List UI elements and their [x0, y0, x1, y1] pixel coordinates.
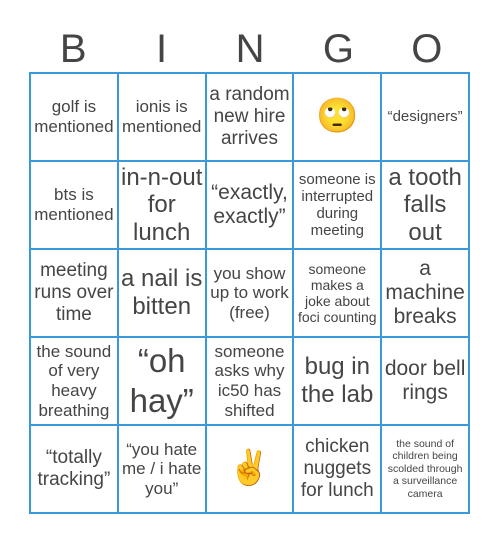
bingo-cell[interactable]: you show up to work (free) — [205, 249, 294, 337]
bingo-cell[interactable]: someone asks why ic50 has shifted — [205, 337, 294, 425]
bingo-cell[interactable]: “oh hay” — [117, 337, 206, 425]
bingo-cell[interactable]: the sound of very heavy breathing — [30, 337, 118, 425]
bingo-cell[interactable]: “exactly, exactly” — [205, 161, 294, 249]
bingo-cell[interactable]: a nail is bitten — [117, 249, 206, 337]
bingo-cell[interactable]: ionis is mentioned — [117, 73, 206, 161]
header-letter-b: B — [59, 27, 87, 71]
bingo-cell[interactable]: in-n-out for lunch — [117, 161, 206, 249]
bingo-cell[interactable]: someone makes a joke about foci counting — [293, 249, 382, 337]
bingo-cell[interactable]: golf is mentioned — [30, 73, 118, 161]
bingo-cell[interactable]: chicken nuggets for lunch — [293, 425, 382, 513]
bingo-cell[interactable]: “totally tracking” — [30, 425, 118, 513]
header-letter-g: G — [322, 27, 354, 71]
bingo-cell[interactable]: a random new hire arrives — [205, 73, 294, 161]
header-letter-i: I — [156, 27, 168, 71]
header-letter-o: O — [411, 27, 443, 71]
bingo-grid: golf is mentioned ionis is mentioned a r… — [29, 72, 470, 514]
eye-roll-emoji-icon[interactable]: 🙄 — [293, 73, 382, 161]
bingo-cell[interactable]: bts is mentioned — [30, 161, 118, 249]
bingo-cell[interactable]: door bell rings — [381, 337, 469, 425]
bingo-cell[interactable]: “you hate me / i hate you” — [117, 425, 206, 513]
bingo-cell[interactable]: the sound of children being scolded thro… — [381, 425, 469, 513]
bingo-cell[interactable]: a machine breaks — [381, 249, 469, 337]
bingo-cell[interactable]: a tooth falls out — [381, 161, 469, 249]
bingo-cell[interactable]: meeting runs over time — [30, 249, 118, 337]
victory-hand-emoji-icon[interactable]: ✌️ — [205, 425, 294, 513]
bingo-cell[interactable]: “designers” — [381, 73, 469, 161]
bingo-header: B I N G O — [29, 26, 471, 72]
bingo-cell[interactable]: someone is interrupted during meeting — [293, 161, 382, 249]
bingo-cell[interactable]: bug in the lab — [293, 337, 382, 425]
header-letter-n: N — [235, 27, 265, 71]
